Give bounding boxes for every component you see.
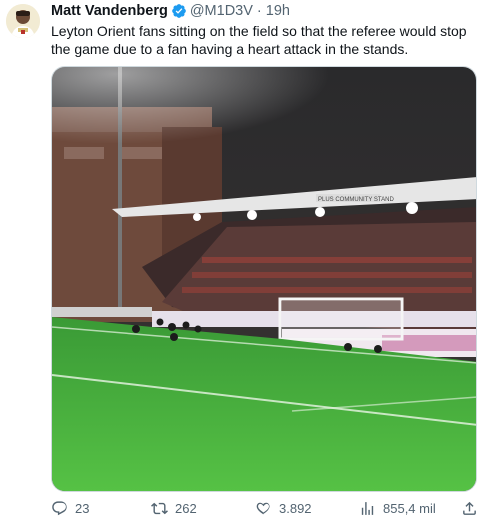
- user-handle[interactable]: @M1D3V: [190, 3, 253, 19]
- retweet-icon: [151, 502, 168, 515]
- reply-button[interactable]: 23: [51, 500, 89, 517]
- retweet-count: 262: [175, 501, 197, 516]
- heart-icon: [256, 502, 270, 515]
- verified-badge-icon: [171, 3, 187, 19]
- views-count: 855,4 mil: [383, 501, 436, 516]
- timestamp[interactable]: 19h: [266, 3, 290, 19]
- stand-sign: PLUS COMMUNITY STAND: [318, 197, 394, 203]
- like-count: 3.892: [279, 501, 312, 516]
- share-icon: [463, 501, 476, 515]
- display-name[interactable]: Matt Vandenberg: [51, 3, 168, 19]
- retweet-button[interactable]: 262: [151, 500, 197, 517]
- avatar-image: [6, 4, 40, 38]
- views-button[interactable]: 855,4 mil: [359, 500, 436, 517]
- views-chart-icon: [361, 502, 374, 515]
- like-button[interactable]: 3.892: [255, 500, 312, 517]
- share-button[interactable]: [461, 500, 485, 517]
- tweet-text: Leyton Orient fans sitting on the field …: [51, 23, 467, 57]
- tweet[interactable]: Matt Vandenberg @M1D3V · 19h Leyton Orie…: [0, 0, 487, 528]
- stadium-photo: PLUS COMMUNITY STAND: [52, 67, 476, 491]
- reply-icon: [52, 501, 67, 516]
- tweet-actions: 23 262 3.892 855,4 mil: [51, 500, 481, 520]
- avatar[interactable]: [6, 4, 40, 38]
- tweet-header: Matt Vandenberg @M1D3V · 19h: [51, 3, 290, 19]
- video-media[interactable]: PLUS COMMUNITY STAND: [51, 66, 477, 492]
- reply-count: 23: [75, 501, 90, 516]
- separator-dot: ·: [256, 3, 262, 19]
